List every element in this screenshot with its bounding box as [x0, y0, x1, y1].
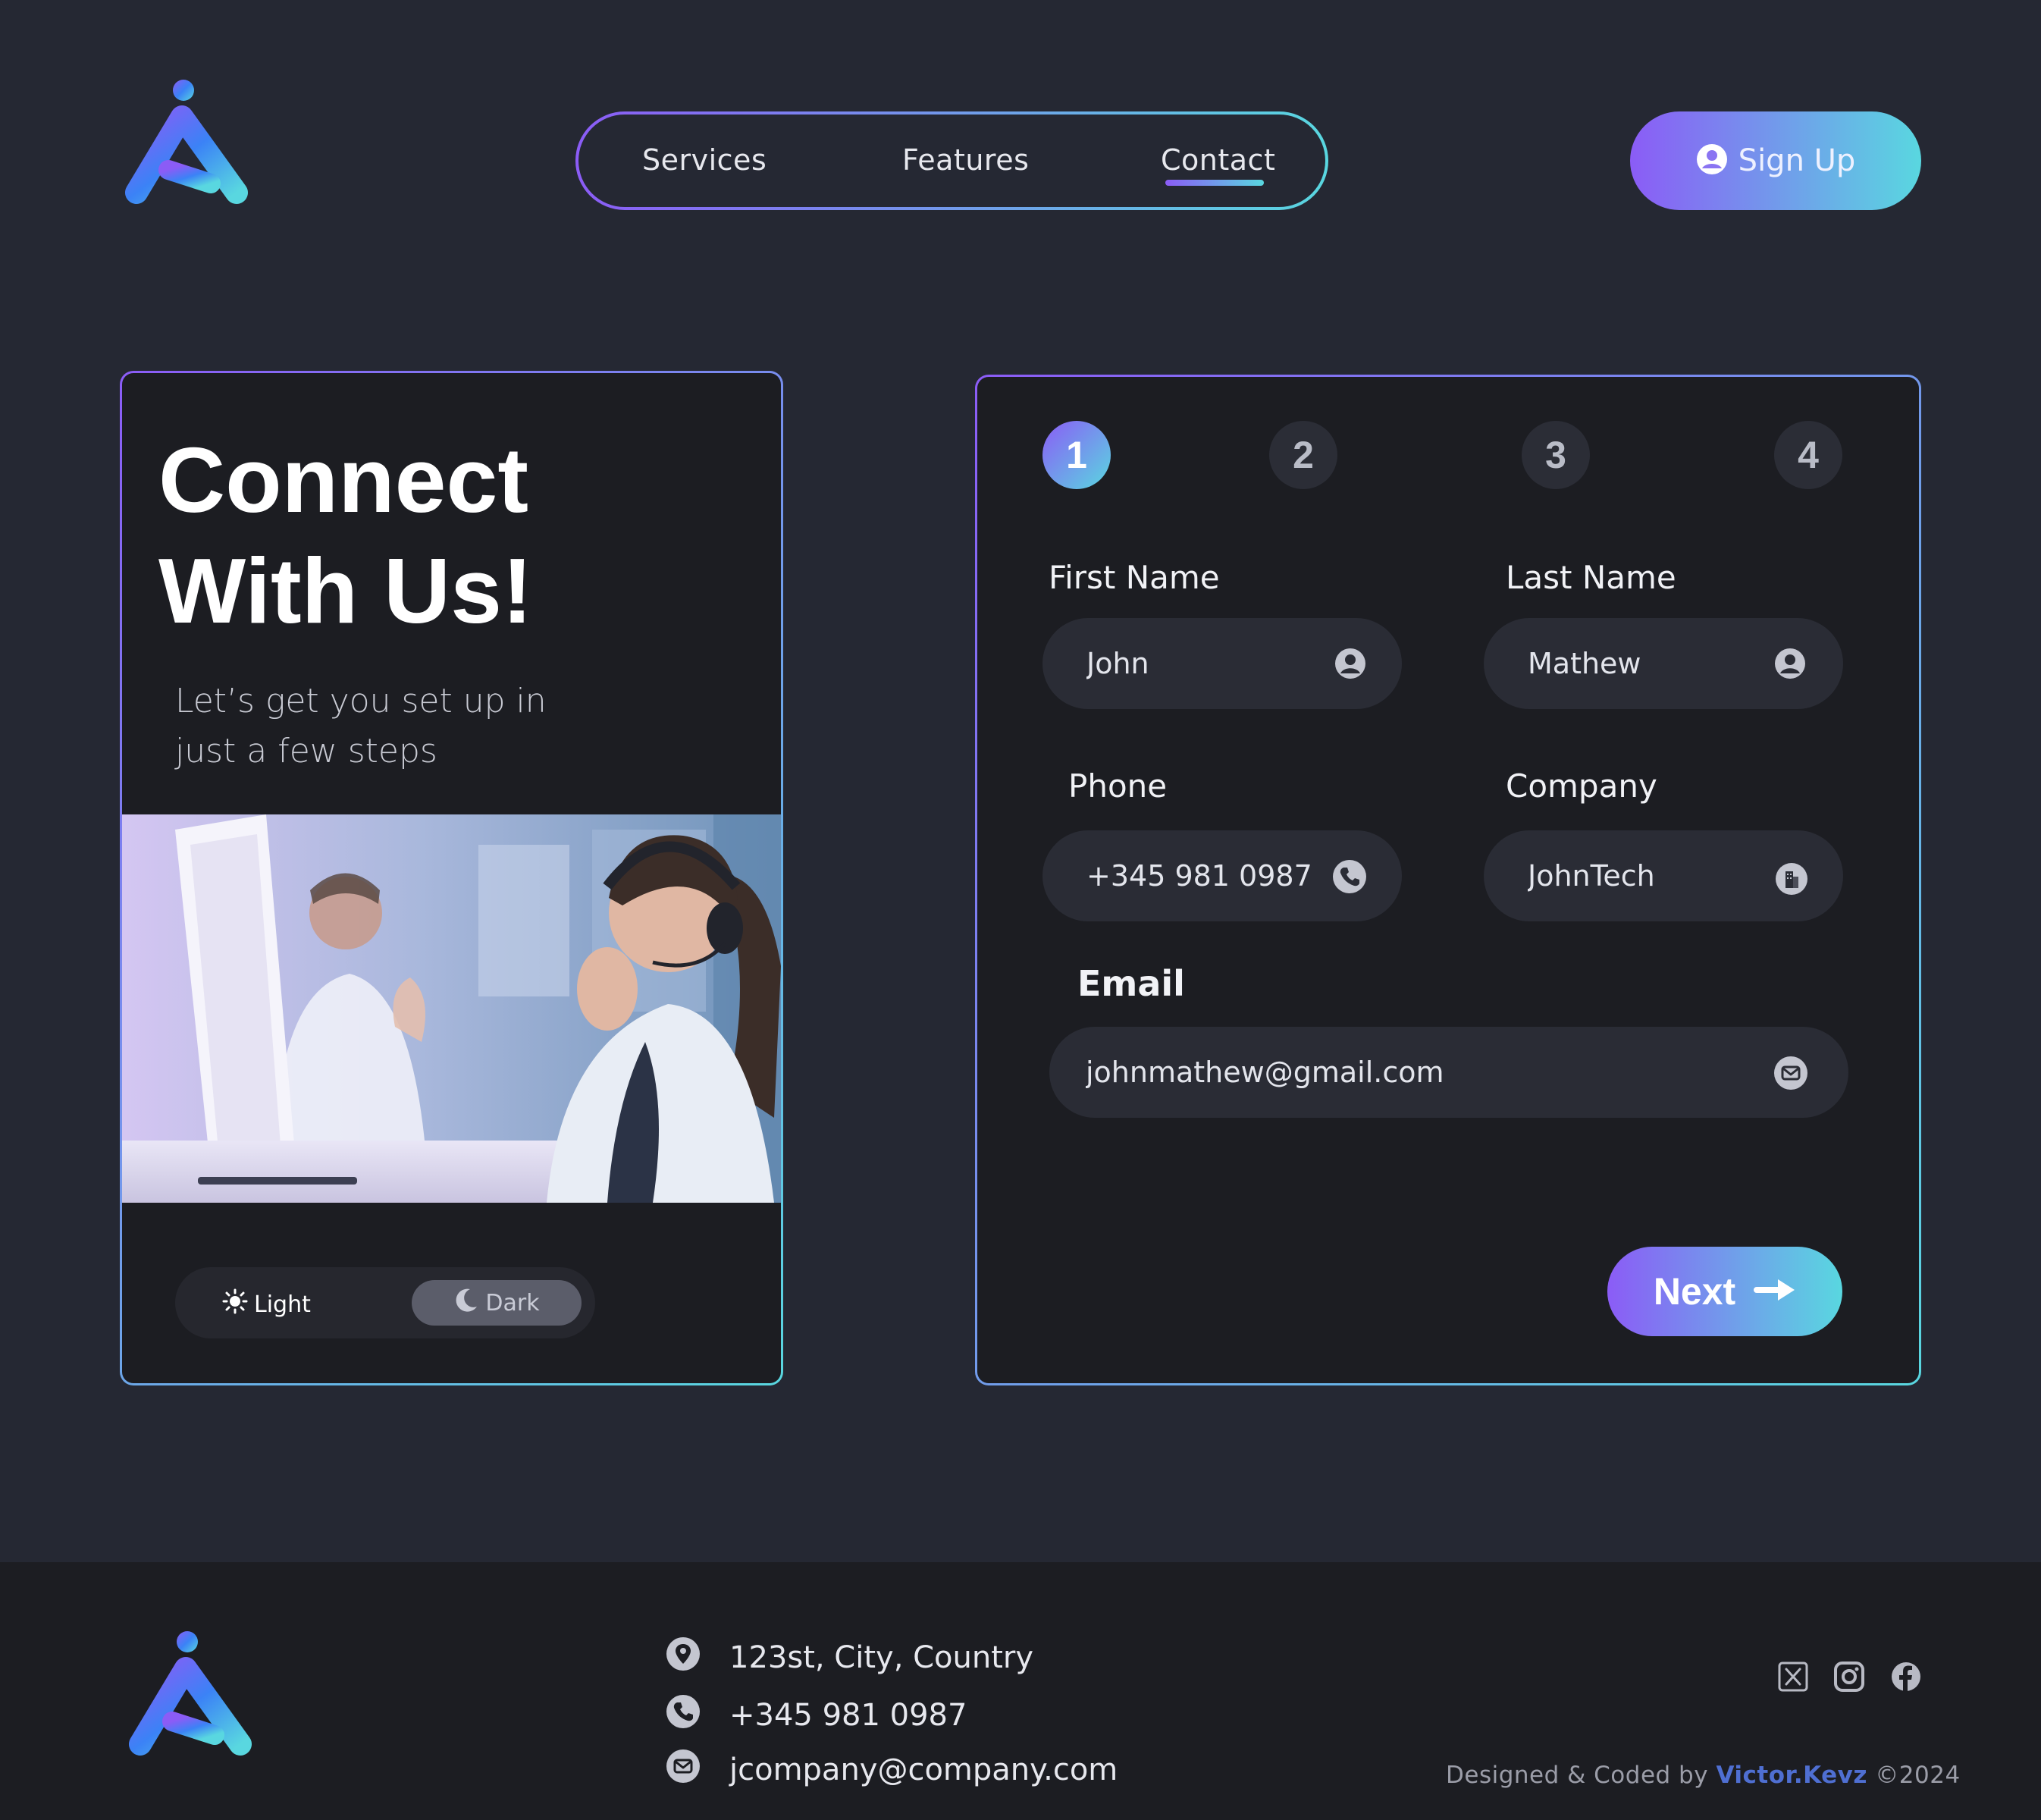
nav-link-features[interactable]: Features [902, 143, 1029, 177]
email-input[interactable] [1086, 1056, 1696, 1089]
nav-link-services[interactable]: Services [642, 143, 767, 177]
footer-address: 123st, City, Country [666, 1636, 1033, 1679]
credit-prefix: Designed & Coded by [1446, 1762, 1709, 1789]
step-1[interactable]: 1 [1042, 421, 1111, 489]
user-icon [1334, 647, 1367, 680]
phone-input[interactable] [1086, 859, 1314, 893]
theme-toggle: Light Dark [175, 1267, 595, 1338]
footer-phone: +345 981 0987 [666, 1694, 967, 1737]
instagram-icon[interactable] [1834, 1662, 1864, 1692]
hero-title: Connect With Us! [158, 425, 735, 646]
last-name-input[interactable] [1528, 647, 1755, 680]
footer-email: jcompany@company.com [666, 1749, 1118, 1791]
footer-email-text[interactable]: jcompany@company.com [729, 1753, 1118, 1787]
main-nav: Services Features Contact [575, 111, 1328, 210]
step-4[interactable]: 4 [1774, 421, 1842, 489]
light-mode-label: Light [254, 1291, 311, 1318]
company-input[interactable] [1528, 859, 1755, 893]
light-mode-option[interactable]: Light [222, 1288, 311, 1320]
credit-author-link[interactable]: Victor.Kevz [1716, 1762, 1867, 1789]
active-nav-indicator [1165, 180, 1264, 186]
footer-credit: Designed & Coded by Victor.Kevz ©2024 [1446, 1762, 1961, 1789]
next-button[interactable]: Next [1607, 1247, 1842, 1336]
credit-year: ©2024 [1875, 1762, 1961, 1789]
company-field [1484, 830, 1843, 921]
hero-card: Connect With Us! Let’s get you set up in… [120, 371, 783, 1385]
user-icon [1773, 647, 1807, 680]
company-label: Company [1506, 767, 1657, 805]
moon-icon [453, 1287, 479, 1319]
nav-link-contact[interactable]: Contact [1161, 143, 1275, 177]
email-field [1049, 1027, 1848, 1118]
hero-title-line-1: Connect [158, 428, 528, 532]
arrow-right-icon [1752, 1277, 1796, 1306]
email-label: Email [1077, 963, 1185, 1004]
facebook-icon[interactable] [1891, 1662, 1921, 1692]
support-agents-photo [122, 814, 781, 1203]
phone-icon [1332, 859, 1366, 893]
dark-mode-label: Dark [485, 1289, 540, 1316]
phone-icon [666, 1694, 701, 1737]
footer-phone-text: +345 981 0987 [729, 1698, 967, 1733]
sign-up-button[interactable]: Sign Up [1630, 111, 1921, 210]
phone-field [1042, 830, 1402, 921]
sun-icon [222, 1288, 248, 1320]
user-circle-icon [1696, 143, 1728, 178]
next-label: Next [1653, 1270, 1736, 1313]
first-name-input[interactable] [1086, 647, 1314, 680]
hero-subtitle: Let’s get you set up in just a few steps [175, 676, 600, 777]
contact-form-card: 1 2 3 4 First Name Last Name [975, 375, 1921, 1385]
mail-icon [666, 1749, 701, 1791]
building-icon [1775, 862, 1808, 896]
hero-subtitle-line-1: Let’s get you set up in [175, 682, 547, 720]
first-name-field [1042, 618, 1402, 709]
footer-logo[interactable] [125, 1630, 258, 1763]
phone-label: Phone [1068, 767, 1168, 805]
hero-title-line-2: With Us! [158, 539, 533, 642]
footer-address-text: 123st, City, Country [729, 1640, 1034, 1675]
last-name-label: Last Name [1506, 559, 1676, 596]
step-2[interactable]: 2 [1269, 421, 1337, 489]
last-name-field [1484, 618, 1843, 709]
mail-icon [1773, 1056, 1807, 1090]
step-3[interactable]: 3 [1522, 421, 1590, 489]
sign-up-label: Sign Up [1738, 143, 1856, 178]
brand-logo[interactable] [121, 79, 254, 212]
dark-mode-option[interactable]: Dark [412, 1280, 582, 1326]
hero-subtitle-line-2: just a few steps [175, 732, 437, 770]
location-pin-icon [666, 1636, 701, 1679]
x-icon[interactable] [1778, 1662, 1808, 1692]
first-name-label: First Name [1049, 559, 1220, 596]
